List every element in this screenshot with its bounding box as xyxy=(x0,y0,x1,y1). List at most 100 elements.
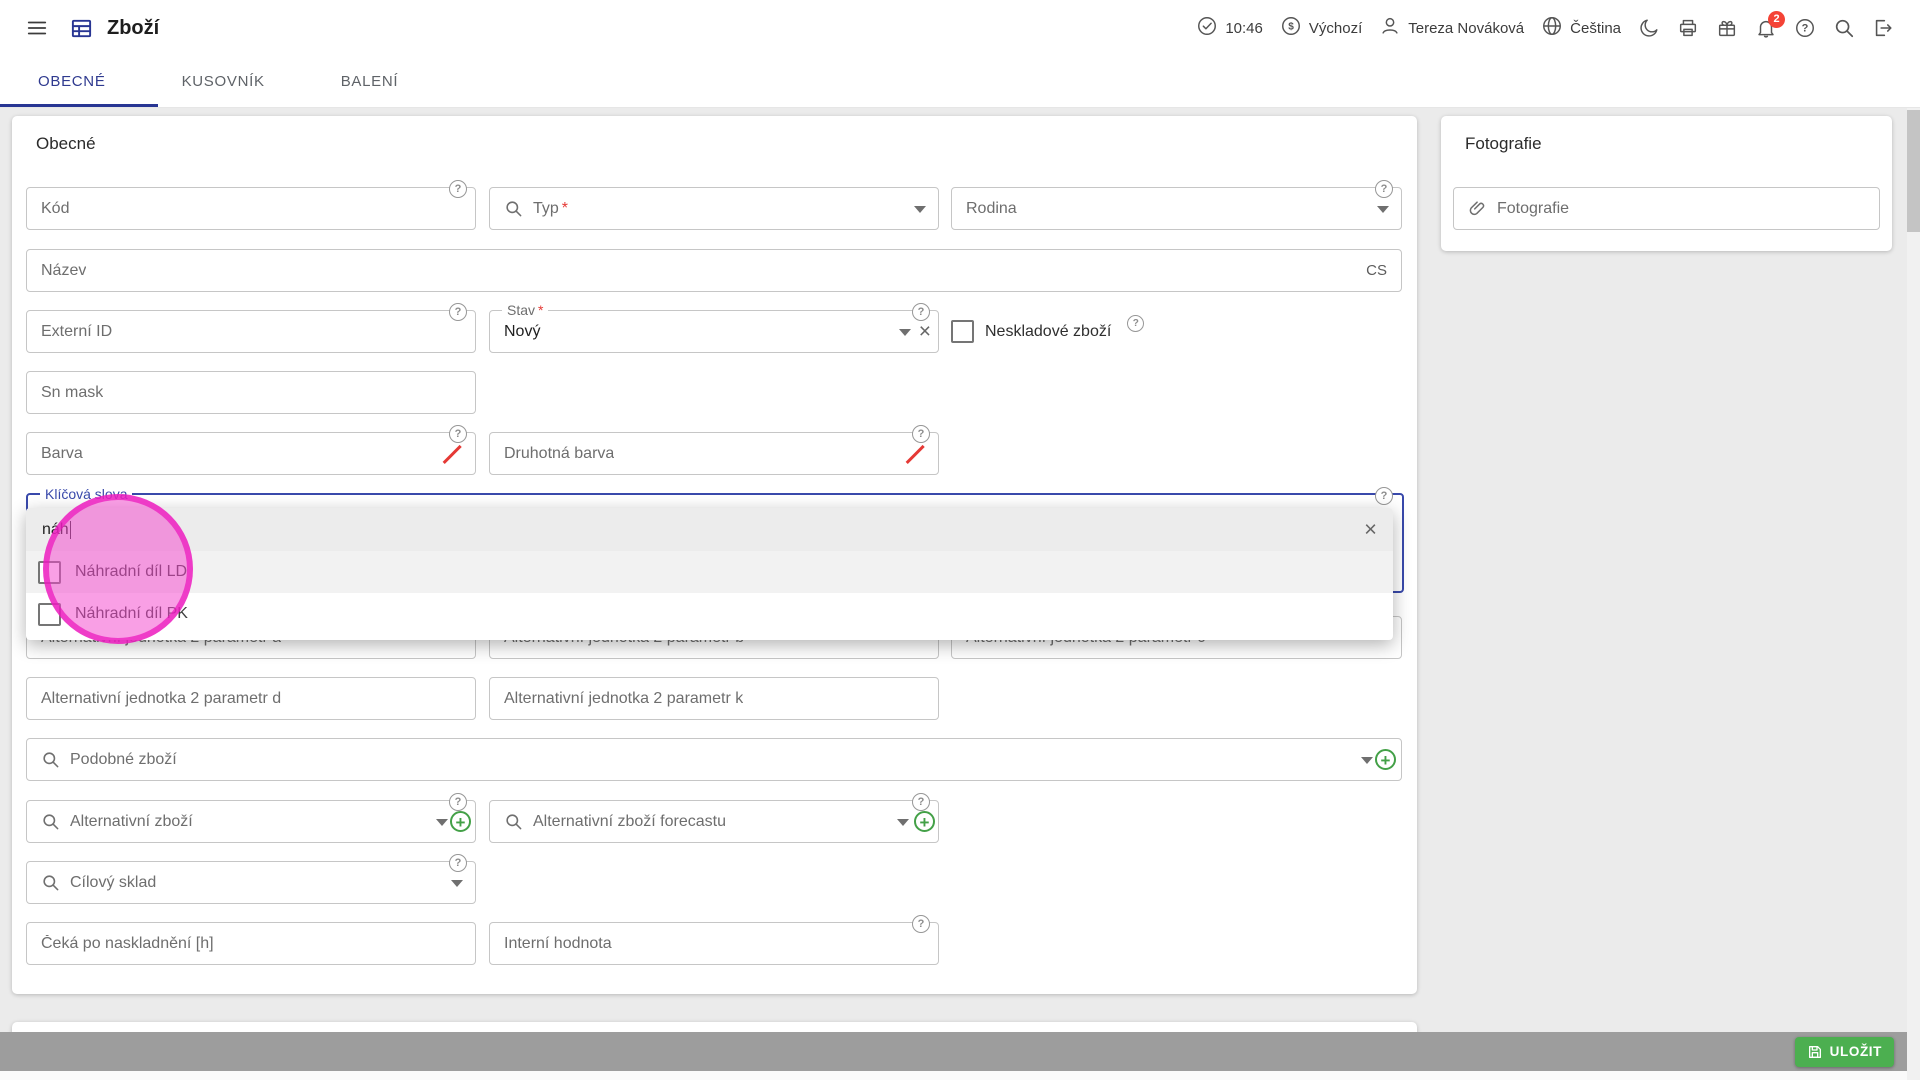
help-badge-icon[interactable]: ? xyxy=(449,854,467,872)
click-indicator xyxy=(43,494,193,644)
language-selector[interactable]: Čeština xyxy=(1541,15,1621,41)
typ-label: Typ xyxy=(533,200,559,218)
notifications-bell-icon[interactable]: 2 xyxy=(1755,17,1777,39)
chevron-down-icon xyxy=(1377,206,1389,213)
logout-icon[interactable] xyxy=(1872,17,1894,39)
chevron-down-icon xyxy=(899,329,911,336)
cilovy-sklad-select[interactable]: Cílový sklad ? xyxy=(26,861,476,904)
photo-card: Fotografie xyxy=(1441,116,1892,251)
gift-icon[interactable] xyxy=(1716,17,1738,39)
neskladove-label: Neskladové zboží xyxy=(985,323,1111,341)
add-icon[interactable]: + xyxy=(1375,749,1396,770)
help-badge-icon[interactable]: ? xyxy=(449,793,467,811)
tab-baleni[interactable]: BALENÍ xyxy=(303,56,437,107)
top-bar: Zboží 10:46 $ Výchozí Tereza Nováková xyxy=(0,0,1920,56)
externi-id-field[interactable]: Externí ID ? xyxy=(26,310,476,353)
typ-select[interactable]: Typ * xyxy=(489,187,939,230)
dropdown-option[interactable]: Náhradní díl LD xyxy=(26,551,1393,593)
chevron-down-icon xyxy=(914,206,926,213)
field-search-icon xyxy=(41,812,60,831)
fotografie-upload-field[interactable]: Fotografie xyxy=(1453,187,1880,230)
help-badge-icon[interactable]: ? xyxy=(449,425,467,443)
check-circle-icon xyxy=(1196,15,1218,41)
no-color-slash-icon[interactable] xyxy=(904,443,926,465)
kod-field[interactable]: Kód ? xyxy=(26,187,476,230)
connection-status: 10:46 xyxy=(1196,15,1263,41)
chevron-down-icon xyxy=(897,819,909,826)
stav-label: Stav* xyxy=(502,302,548,319)
tab-kusovnik[interactable]: KUSOVNÍK xyxy=(144,56,303,107)
tab-obecne[interactable]: OBECNÉ xyxy=(0,56,144,107)
help-badge-icon[interactable]: ? xyxy=(449,303,467,321)
interni-hodnota-label: Interní hodnota xyxy=(504,935,612,953)
print-icon[interactable] xyxy=(1677,17,1699,39)
neskladove-checkbox-row[interactable]: Neskladové zboží ? xyxy=(951,310,1144,353)
clear-icon[interactable]: × xyxy=(1364,518,1377,540)
alt-param-d-field[interactable]: Alternativní jednotka 2 parametr d xyxy=(26,677,476,720)
help-badge-icon[interactable]: ? xyxy=(449,180,467,198)
help-badge-icon[interactable]: ? xyxy=(1375,487,1393,505)
time-label: 10:46 xyxy=(1225,20,1263,37)
alternativni-zbozi-select[interactable]: Alternativní zboží + ? xyxy=(26,800,476,843)
alt-param-k-field[interactable]: Alternativní jednotka 2 parametr k xyxy=(489,677,939,720)
general-card-title: Obecné xyxy=(12,116,1417,154)
interni-hodnota-field[interactable]: Interní hodnota ? xyxy=(489,922,939,965)
scrollbar-track[interactable] xyxy=(1907,108,1920,1080)
alternativni-zbozi-forecast-label: Alternativní zboží forecastu xyxy=(533,813,726,831)
currency-icon: $ xyxy=(1280,15,1302,41)
alternativni-zbozi-label: Alternativní zboží xyxy=(70,813,193,831)
externi-id-label: Externí ID xyxy=(41,323,112,341)
dropdown-option[interactable]: Náhradní díl PK xyxy=(26,593,1393,635)
no-color-slash-icon[interactable] xyxy=(441,443,463,465)
clear-icon[interactable]: × xyxy=(919,320,931,341)
alternativni-zbozi-forecast-select[interactable]: Alternativní zboží forecastu + ? xyxy=(489,800,939,843)
language-code: CS xyxy=(1366,262,1387,279)
dropdown-search-row[interactable]: náh × xyxy=(26,508,1393,551)
help-badge-icon[interactable]: ? xyxy=(912,915,930,933)
help-badge-icon[interactable]: ? xyxy=(912,793,930,811)
chevron-down-icon xyxy=(436,819,448,826)
globe-icon xyxy=(1541,15,1563,41)
help-badge-icon[interactable]: ? xyxy=(912,303,930,321)
add-icon[interactable]: + xyxy=(914,811,935,832)
footer-bar: ULOŽIT xyxy=(0,1032,1920,1071)
help-badge-icon[interactable]: ? xyxy=(912,425,930,443)
help-badge-icon[interactable]: ? xyxy=(1375,180,1393,198)
cilovy-sklad-label: Cílový sklad xyxy=(70,874,156,892)
rodina-select[interactable]: Rodina ? xyxy=(951,187,1402,230)
help-badge-icon[interactable]: ? xyxy=(1127,315,1144,332)
notification-badge: 2 xyxy=(1768,11,1785,28)
dark-mode-icon[interactable] xyxy=(1638,17,1660,39)
user-menu[interactable]: Tereza Nováková xyxy=(1379,15,1524,41)
keywords-dropdown: náh × Náhradní díl LD Náhradní díl PK xyxy=(26,508,1393,640)
menu-icon[interactable] xyxy=(26,17,48,39)
tab-bar: OBECNÉ KUSOVNÍK BALENÍ xyxy=(0,56,1920,108)
stav-select[interactable]: Stav* Nový × ? xyxy=(489,310,939,353)
chevron-down-icon xyxy=(1361,757,1373,764)
ceka-field[interactable]: Čeká po naskladnění [h] xyxy=(26,922,476,965)
svg-text:$: $ xyxy=(1288,22,1294,33)
podobne-zbozi-select[interactable]: Podobné zboží + xyxy=(26,738,1402,781)
help-icon[interactable]: ? xyxy=(1794,17,1816,39)
language-label: Čeština xyxy=(1570,20,1621,37)
field-search-icon xyxy=(504,812,523,831)
scrollbar-thumb[interactable] xyxy=(1907,110,1920,232)
pricing-profile[interactable]: $ Výchozí xyxy=(1280,15,1362,41)
required-marker: * xyxy=(562,200,568,218)
alt-param-d-label: Alternativní jednotka 2 parametr d xyxy=(41,690,281,708)
sn-mask-label: Sn mask xyxy=(41,384,103,402)
add-icon[interactable]: + xyxy=(450,811,471,832)
druhotna-barva-field[interactable]: Druhotná barva ? xyxy=(489,432,939,475)
search-icon[interactable] xyxy=(1833,17,1855,39)
nazev-field[interactable]: Název CS xyxy=(26,249,1402,292)
kod-label: Kód xyxy=(41,200,69,218)
checkbox-icon[interactable] xyxy=(951,320,974,343)
barva-field[interactable]: Barva ? xyxy=(26,432,476,475)
chevron-down-icon xyxy=(451,880,463,887)
nazev-label: Název xyxy=(41,262,86,280)
paperclip-icon xyxy=(1468,199,1487,218)
save-disk-icon xyxy=(1807,1044,1823,1060)
sn-mask-field[interactable]: Sn mask xyxy=(26,371,476,414)
rodina-label: Rodina xyxy=(966,200,1017,218)
save-button[interactable]: ULOŽIT xyxy=(1795,1037,1894,1067)
